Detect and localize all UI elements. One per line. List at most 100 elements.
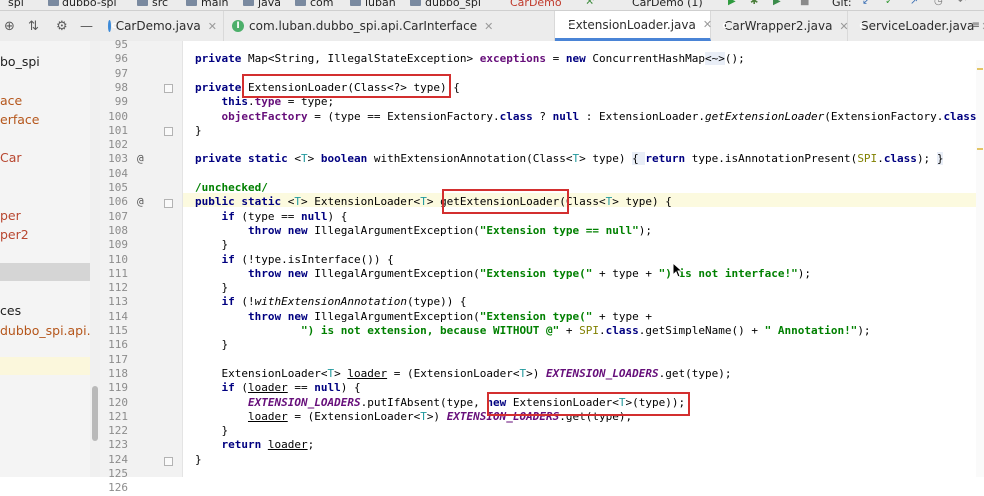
editor-tabs: CarDemo.java ✕ com.luban.dubbo_spi.api.C…	[100, 11, 984, 42]
folder-icon	[186, 0, 197, 6]
fold-icon[interactable]	[164, 127, 173, 136]
line-number: 125	[108, 467, 128, 480]
project-panel: bo_spi ace erface Car per per2 ces dubbo…	[0, 41, 90, 477]
override-marker-icon[interactable]: @	[137, 195, 144, 209]
line-number: 96	[114, 52, 128, 66]
tab-label: CarDemo.java	[115, 19, 201, 33]
line-number: 95	[114, 38, 128, 51]
project-item[interactable]: per	[0, 208, 21, 223]
fold-icon[interactable]	[164, 199, 173, 208]
breadcrumb-main[interactable]: main	[201, 0, 228, 9]
folder-icon	[295, 0, 306, 6]
line-number: 97	[114, 66, 128, 80]
code-line-125: return loader;	[221, 438, 315, 452]
tabs-overflow-icon[interactable]: ≡	[972, 20, 980, 31]
tab-extensionloader[interactable]: ExtensionLoader.java ✕	[555, 11, 712, 41]
run-icon[interactable]: ▶	[728, 0, 736, 7]
line-number: 105	[108, 181, 128, 194]
breadcrumb-src[interactable]: src	[152, 0, 168, 9]
scrollbar-thumb[interactable]	[92, 386, 98, 441]
code-line-118: }	[221, 338, 229, 352]
vcs-commit-icon[interactable]: ✓	[885, 0, 893, 7]
collapse-icon[interactable]: ⇅	[28, 19, 39, 34]
code-line-109: if (type == null) {	[221, 209, 348, 223]
code-line-113: throw new IllegalArgumentException("Exte…	[247, 266, 811, 280]
mouse-cursor-icon	[672, 262, 684, 278]
tab-carwrapper2[interactable]: CarWrapper2.java ✕	[711, 11, 849, 41]
breadcrumb-spi[interactable]: spi	[8, 0, 24, 9]
folder-icon	[48, 0, 59, 6]
breadcrumb-dubbo-spi[interactable]: dubbo-spi	[62, 0, 117, 9]
history-icon[interactable]: ◷	[934, 0, 943, 7]
line-number: 100	[108, 109, 128, 123]
tab-cardemo[interactable]: CarDemo.java ✕	[100, 11, 224, 41]
project-scrollbar[interactable]	[90, 41, 100, 477]
tab-serviceloader[interactable]: ServiceLoader.java ✕	[848, 11, 984, 41]
line-number: 110	[108, 252, 128, 266]
project-item[interactable]: Car	[0, 150, 22, 165]
breadcrumb-java[interactable]: java	[258, 0, 281, 9]
project-tool-strip: ⊕ ⇅ ⚙ —	[0, 11, 100, 42]
breadcrumb-luban[interactable]: luban	[365, 0, 396, 9]
code-line-112: if (!type.isInterface()) {	[221, 252, 394, 266]
stripe-mark[interactable]	[977, 68, 983, 70]
line-number: 113	[108, 295, 128, 309]
code-line-101: }	[195, 123, 202, 137]
line-number: 126	[108, 481, 128, 495]
code-editor[interactable]: private Map<String, IllegalStateExceptio…	[183, 41, 984, 477]
error-stripe[interactable]	[976, 60, 984, 477]
line-number: 98	[114, 80, 128, 94]
stripe-mark[interactable]	[977, 148, 983, 150]
navigation-bar: spi dubbo-spi src main java com luban du…	[0, 0, 984, 11]
line-number: 104	[108, 166, 128, 180]
tab-label: ExtensionLoader.java	[568, 17, 696, 32]
highlight-method-box	[442, 189, 569, 214]
project-item[interactable]: ces	[0, 303, 21, 318]
project-item[interactable]: bo_spi	[0, 54, 40, 69]
coverage-icon[interactable]: ▶	[773, 0, 781, 7]
debug-icon[interactable]: ✱	[750, 0, 758, 7]
tab-carinterface[interactable]: com.luban.dubbo_spi.api.CarInterface ✕	[224, 11, 555, 41]
folder-icon	[410, 0, 421, 6]
run-config-selector[interactable]: CarDemo (1)	[632, 0, 703, 9]
breadcrumb-cardemo[interactable]: CarDemo	[510, 0, 562, 9]
line-number: 109	[108, 238, 128, 252]
scope-icon[interactable]: ⊕	[4, 19, 15, 34]
fold-icon[interactable]	[164, 84, 173, 93]
project-item[interactable]: per2	[0, 227, 29, 242]
line-number: 103	[108, 152, 128, 166]
close-icon[interactable]: ✕	[484, 20, 493, 33]
tab-label: com.luban.dubbo_spi.api.CarInterface	[249, 19, 478, 33]
hammer-icon[interactable]: ⚒	[585, 0, 594, 7]
code-line-107: /unchecked/	[195, 181, 268, 194]
code-line-96: private Map<String, IllegalStateExceptio…	[195, 52, 745, 66]
close-icon[interactable]: ✕	[208, 20, 217, 33]
override-marker-icon[interactable]: @	[137, 152, 144, 166]
interface-icon	[232, 20, 244, 32]
editor-gutter: 95 96 97 98 99 100 101 102 103 104 105 1…	[100, 38, 183, 494]
project-item[interactable]: dubbo_spi.api.Ca	[0, 323, 90, 338]
rollback-icon[interactable]: ↶	[958, 0, 966, 7]
vcs-push-icon[interactable]: ↗	[910, 0, 918, 7]
class-icon	[108, 20, 119, 32]
code-line-110: throw new IllegalArgumentException("Exte…	[247, 223, 652, 237]
line-number: 101	[108, 123, 128, 137]
selected-row	[0, 263, 90, 281]
folder-icon	[137, 0, 148, 6]
hide-icon[interactable]: —	[80, 19, 93, 34]
code-line-124: }	[221, 424, 229, 438]
line-number: 124	[108, 452, 128, 466]
line-number: 111	[108, 266, 128, 280]
project-item[interactable]: ace	[0, 93, 22, 108]
breadcrumb-com[interactable]: com	[310, 0, 334, 9]
line-number: 102	[108, 138, 128, 152]
line-number: 114	[108, 309, 128, 323]
highlight-new-loader-box	[487, 392, 690, 416]
fold-icon[interactable]	[164, 457, 173, 466]
gear-icon[interactable]: ⚙	[56, 19, 68, 34]
line-number: 116	[108, 338, 128, 352]
breadcrumb-dubbo-spi-pkg[interactable]: dubbo_spi	[425, 0, 481, 9]
stop-icon[interactable]: ■	[800, 0, 809, 7]
project-item[interactable]: erface	[0, 112, 39, 127]
vcs-update-icon[interactable]: ↙	[862, 0, 870, 7]
